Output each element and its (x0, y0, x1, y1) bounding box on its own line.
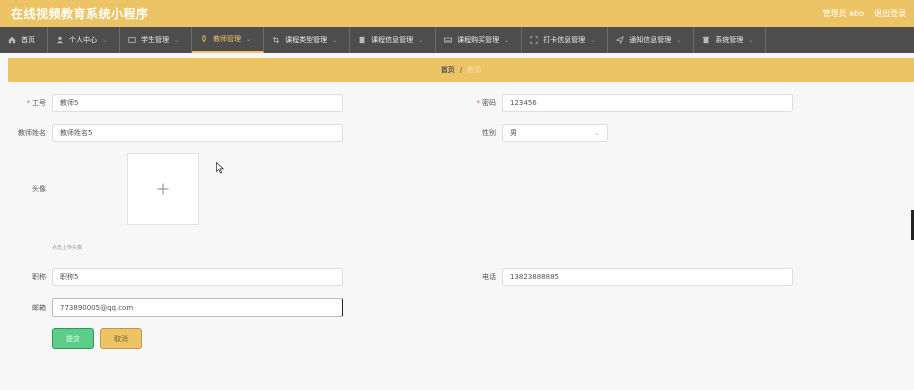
frame-icon (530, 36, 538, 44)
form-row-avatar: 头像 (0, 184, 46, 194)
form-row-teacher-name: 教师姓名 教师姓名5 (0, 124, 343, 142)
chevron-down-icon: ⌄ (332, 36, 338, 44)
teacher-name-label: 教师姓名 (18, 129, 46, 137)
form-row-email: 邮箱 773890005@qq.com (0, 298, 343, 317)
nav-label: 学生管理 (141, 36, 170, 44)
book-icon (359, 36, 365, 44)
nav-label: 系统管理 (715, 36, 744, 44)
app-title: 在线视频教育系统小程序 (11, 7, 149, 21)
card-icon (128, 37, 136, 43)
nav-item-checkins[interactable]: 打卡信息管理 ⌄ (522, 27, 609, 53)
email-label: 邮箱 (32, 303, 46, 312)
nav-item-profile[interactable]: 个人中心 ⌄ (48, 27, 121, 53)
chevron-down-icon: ⌄ (102, 36, 108, 44)
avatar-upload[interactable] (127, 153, 199, 225)
phone-input[interactable]: 13823888885 (502, 268, 793, 286)
header-actions: 管理员 abo 退出登录 (823, 8, 906, 19)
chevron-down-icon: ⌄ (246, 35, 252, 43)
avatar-upload-hint: 点击上传头像 (52, 245, 83, 251)
title-input[interactable]: 职称5 (52, 268, 343, 286)
nav-item-teachers[interactable]: 教师管理 ⌄ (192, 27, 265, 53)
nav-item-course-info[interactable]: 课程信息管理 ⌄ (350, 27, 437, 53)
nav-item-students[interactable]: 学生管理 ⌄ (120, 27, 193, 53)
chevron-down-icon: ⌄ (676, 36, 682, 44)
chevron-down-icon: ⌄ (504, 36, 510, 44)
nav-item-home[interactable]: 首页 (0, 27, 48, 53)
nav-label: 课程信息管理 (371, 36, 414, 44)
nav-label: 教师管理 (213, 35, 242, 43)
breadcrumb: 首页 / 教师 (8, 58, 914, 82)
chevron-down-icon: ⌄ (174, 36, 180, 44)
form-row-password: * 密码 123456 (450, 94, 793, 112)
top-header: 在线视频教育系统小程序 管理员 abo 退出登录 (0, 0, 914, 27)
current-user: 管理员 abo (822, 9, 864, 18)
nav-label: 通知信息管理 (629, 36, 672, 44)
title-label: 职称 (32, 273, 46, 281)
nav-item-course-types[interactable]: 课程类型管理 ⌄ (264, 27, 351, 53)
form-row-phone: 电话 13823888885 (450, 268, 793, 286)
nav-label: 课程类型管理 (285, 36, 328, 44)
gender-select[interactable]: 男 ⌄ (502, 124, 608, 142)
job-no-input[interactable]: 教师5 (52, 94, 343, 112)
email-input[interactable]: 773890005@qq.com (52, 298, 343, 317)
gender-value: 男 (510, 129, 517, 137)
mouse-cursor-icon (216, 162, 224, 174)
chevron-down-icon: ⌄ (748, 36, 754, 44)
send-icon (616, 36, 625, 44)
password-label: * 密码 (476, 99, 497, 107)
nav-item-system[interactable]: 系统管理 ⌄ (694, 27, 767, 53)
chevron-down-icon: ⌄ (418, 36, 424, 44)
breadcrumb-current: 教师 (467, 66, 482, 74)
chevron-down-icon: ⌄ (590, 36, 596, 44)
job-no-label: * 工号 (26, 99, 47, 107)
cancel-button[interactable]: 取消 (100, 328, 142, 349)
breadcrumb-separator: / (459, 66, 463, 74)
home-icon (8, 36, 16, 44)
form-row-gender: 性别 男 ⌄ (450, 124, 608, 142)
nav-label: 个人中心 (69, 36, 97, 44)
submit-button[interactable]: 提交 (52, 328, 94, 349)
chevron-down-icon: ⌄ (594, 129, 600, 137)
nav-item-notifications[interactable]: 通知信息管理 ⌄ (608, 27, 695, 53)
plus-icon (157, 183, 169, 195)
nav-item-course-purchases[interactable]: 课程购买管理 ⌄ (436, 27, 523, 53)
phone-label: 电话 (482, 273, 496, 281)
nav-label: 打卡信息管理 (543, 36, 586, 44)
crop-icon (272, 36, 280, 44)
avatar-label: 头像 (32, 185, 46, 193)
form-row-job-no: * 工号 教师5 (0, 94, 343, 112)
password-input[interactable]: 123456 (502, 94, 793, 112)
main-nav: 首页 个人中心 ⌄ 学生管理 ⌄ 教师管理 ⌄ 课程类型管理 ⌄ 课程信息管理 … (0, 27, 914, 53)
person-icon (56, 36, 64, 44)
gender-label: 性别 (482, 129, 496, 137)
form-row-title: 职称 职称5 (0, 268, 343, 286)
nav-label: 首页 (21, 36, 35, 44)
teacher-name-input[interactable]: 教师姓名5 (52, 124, 343, 142)
trash-icon (703, 36, 710, 44)
breadcrumb-home[interactable]: 首页 (441, 65, 455, 75)
nav-label: 课程购买管理 (457, 36, 500, 44)
keyboard-icon (444, 37, 453, 43)
logout-link[interactable]: 退出登录 (874, 8, 906, 19)
pin-icon (202, 35, 206, 43)
